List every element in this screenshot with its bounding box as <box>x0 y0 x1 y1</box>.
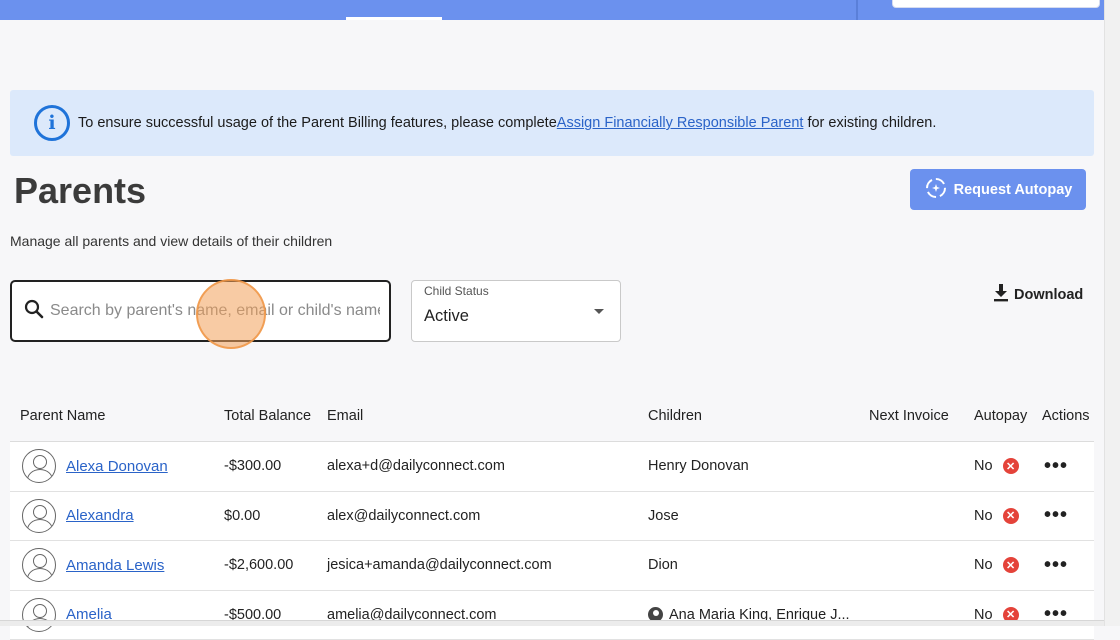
email-cell: alex@dailyconnect.com <box>327 508 648 524</box>
page-subtitle: Manage all parents and view details of t… <box>10 233 332 249</box>
parent-name-link[interactable]: Alexa Donovan <box>66 458 168 475</box>
header-autopay[interactable]: Autopay <box>974 408 1042 424</box>
chevron-down-icon <box>594 309 604 314</box>
parent-name-link[interactable]: Amanda Lewis <box>66 557 164 574</box>
info-banner: i To ensure successful usage of the Pare… <box>10 90 1094 156</box>
parent-name-link[interactable]: Alexandra <box>66 507 134 524</box>
banner-text-before: To ensure successful usage of the Parent… <box>78 115 557 131</box>
x-circle-icon: ✕ <box>1003 508 1019 524</box>
autopay-cell: No ✕ <box>974 458 1042 474</box>
autopay-status: No <box>974 557 993 573</box>
autopay-cell: No ✕ <box>974 557 1042 573</box>
children-cell: Dion <box>648 557 869 573</box>
page-scrollbar[interactable] <box>1104 0 1120 626</box>
request-autopay-label: Request Autopay <box>954 182 1073 198</box>
download-button[interactable]: Download <box>992 284 1083 306</box>
user-avatar-icon <box>22 598 56 632</box>
user-avatar-icon <box>22 499 56 533</box>
autopay-status: No <box>974 508 993 524</box>
more-horizontal-icon[interactable]: ••• <box>1042 554 1068 576</box>
banner-text: To ensure successful usage of the Parent… <box>78 115 936 131</box>
parent-name-cell: Amanda Lewis <box>10 548 224 582</box>
download-icon <box>992 283 1010 307</box>
children-cell: Henry Donovan <box>648 458 869 474</box>
parent-name-cell: Alexandra <box>10 499 224 533</box>
parent-search-field[interactable] <box>10 280 391 342</box>
children-cell: Jose <box>648 508 869 524</box>
header-children[interactable]: Children <box>648 408 869 424</box>
table-row: Amanda Lewis -$2,600.00 jesica+amanda@da… <box>10 541 1094 591</box>
user-avatar-icon <box>22 548 56 582</box>
autopay-cell: No ✕ <box>974 508 1042 524</box>
balance-cell: -$300.00 <box>224 458 327 474</box>
parent-name-cell: Amelia <box>10 598 224 632</box>
more-horizontal-icon[interactable]: ••• <box>1042 504 1068 526</box>
header-email[interactable]: Email <box>327 408 648 424</box>
header-next-invoice[interactable]: Next Invoice <box>869 408 974 424</box>
page-title: Parents <box>14 170 146 212</box>
table-header: Parent Name Total Balance Email Children… <box>10 390 1094 442</box>
table-row: Alexandra $0.00 alex@dailyconnect.com Jo… <box>10 492 1094 542</box>
download-label: Download <box>1014 287 1083 303</box>
parent-name-cell: Alexa Donovan <box>10 449 224 483</box>
user-avatar-icon <box>22 449 56 483</box>
parents-table: Parent Name Total Balance Email Children… <box>10 390 1094 640</box>
actions-cell: ••• <box>1042 554 1094 577</box>
table-row: Amelia -$500.00 amelia@dailyconnect.com … <box>10 591 1094 640</box>
horizontal-scrollbar[interactable] <box>0 620 1104 626</box>
search-icon <box>24 299 44 324</box>
search-input[interactable] <box>50 302 380 320</box>
header-actions: Actions <box>1042 408 1094 424</box>
active-tab-indicator <box>346 17 442 20</box>
balance-cell: -$2,600.00 <box>224 557 327 573</box>
email-cell: jesica+amanda@dailyconnect.com <box>327 557 648 573</box>
top-navbar <box>0 0 1104 20</box>
autopay-sync-icon <box>924 176 948 204</box>
header-parent-name[interactable]: Parent Name <box>10 408 224 424</box>
autopay-status: No <box>974 458 993 474</box>
info-icon: i <box>34 105 70 141</box>
actions-cell: ••• <box>1042 504 1094 527</box>
navbar-search-box[interactable] <box>892 0 1100 8</box>
child-status-label: Child Status <box>424 284 489 298</box>
banner-text-after: for existing children. <box>803 115 936 131</box>
child-status-value: Active <box>424 307 469 326</box>
header-total-balance[interactable]: Total Balance <box>224 408 327 424</box>
request-autopay-button[interactable]: Request Autopay <box>910 169 1086 210</box>
balance-cell: $0.00 <box>224 508 327 524</box>
more-horizontal-icon[interactable]: ••• <box>1042 455 1068 477</box>
table-row: Alexa Donovan -$300.00 alexa+d@dailyconn… <box>10 442 1094 492</box>
navbar-divider <box>856 0 858 20</box>
email-cell: alexa+d@dailyconnect.com <box>327 458 648 474</box>
actions-cell: ••• <box>1042 455 1094 478</box>
assign-parent-link[interactable]: Assign Financially Responsible Parent <box>557 115 804 131</box>
x-circle-icon: ✕ <box>1003 557 1019 573</box>
x-circle-icon: ✕ <box>1003 458 1019 474</box>
child-status-select[interactable]: Child Status Active <box>411 280 621 342</box>
